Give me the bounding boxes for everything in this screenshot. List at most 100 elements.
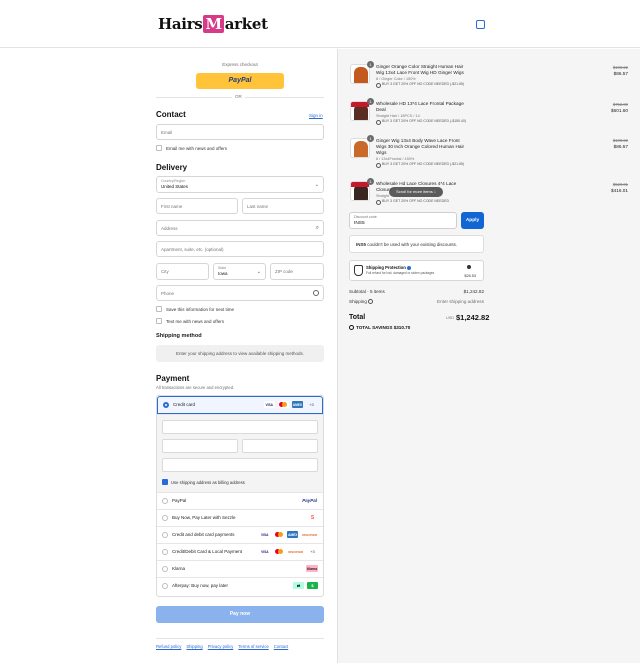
radio[interactable] xyxy=(162,498,168,504)
sezzle-icon: S xyxy=(307,514,318,521)
price-current: $416.01 xyxy=(611,188,628,193)
klarna-icon: Klarna xyxy=(306,565,318,572)
last-name-field[interactable]: Last name xyxy=(242,198,324,214)
logo[interactable]: Hairs Market xyxy=(158,15,268,33)
amex-icon: AMEX xyxy=(291,401,303,408)
payment-option-card-payments[interactable]: Credit and debit card payments VISA AMEX… xyxy=(157,526,323,543)
price-original: $108.22 xyxy=(612,138,628,143)
radio[interactable] xyxy=(162,549,168,555)
paypal-icon: PayPal xyxy=(302,498,317,503)
payment-title: Payment xyxy=(156,374,190,383)
email-field[interactable]: Email xyxy=(156,124,324,140)
price-original: $108.22 xyxy=(612,65,628,70)
logo-m: M xyxy=(203,15,224,33)
total-savings: TOTAL SAVINGS $310.70 xyxy=(349,325,410,330)
quantity-badge: 1 xyxy=(367,61,374,68)
state-value: Iowa xyxy=(218,271,228,276)
tag-icon xyxy=(349,325,354,330)
sign-in-link[interactable]: Sign in xyxy=(309,113,323,118)
footer-link-refund[interactable]: Refund policy xyxy=(156,644,181,649)
payment-option-paypal[interactable]: PayPal PayPal xyxy=(157,492,323,509)
discount-code-field[interactable]: Discount code INS5 xyxy=(349,212,457,229)
country-select[interactable]: Country/Region United States ⌄ xyxy=(156,176,324,193)
more-cards-count: +3 xyxy=(310,549,315,554)
protection-price: $26.53 xyxy=(464,274,476,278)
product-variant: 8 / Ginger Color / 150% xyxy=(376,77,416,81)
city-field[interactable]: City xyxy=(156,263,209,280)
subtotal-row: Subtotal · 5 items $1,242.82 xyxy=(349,289,484,294)
footer-link-terms[interactable]: Terms of service xyxy=(238,644,268,649)
radio[interactable] xyxy=(162,583,168,589)
product-image xyxy=(350,181,370,201)
apply-button[interactable]: Apply xyxy=(461,212,484,229)
chevron-down-icon: ⌄ xyxy=(314,182,319,188)
footer-link-contact[interactable]: Contact xyxy=(274,644,288,649)
quantity-badge: 1 xyxy=(367,178,374,185)
subtotal-label: Subtotal · 5 items xyxy=(349,289,385,294)
email-news-checkbox[interactable] xyxy=(156,145,162,151)
product-variant: Straight Hair / 18PCS / 14 xyxy=(376,114,420,118)
footer-link-shipping[interactable]: Shipping xyxy=(186,644,202,649)
footer-link-privacy[interactable]: Privacy policy xyxy=(208,644,234,649)
visa-icon: VISA xyxy=(259,548,271,555)
radio[interactable] xyxy=(162,515,168,521)
pay-now-button[interactable]: Pay now xyxy=(156,606,324,623)
country-value: United States xyxy=(161,184,189,189)
payment-option-label: Klarna xyxy=(172,566,186,571)
card-number-field[interactable] xyxy=(162,420,318,434)
radio[interactable] xyxy=(162,566,168,572)
discount-code-value: INS5 xyxy=(354,221,365,226)
shipping-protection[interactable]: Shipping Protection Full refund for lost… xyxy=(349,260,484,281)
total-label: Total xyxy=(349,314,366,321)
text-news-checkbox[interactable] xyxy=(156,318,162,324)
name-on-card-field[interactable] xyxy=(162,458,318,472)
price-original: $752.00 xyxy=(612,102,628,107)
discount-error-text: couldn't be used with your existing disc… xyxy=(366,242,458,247)
protection-description: Full refund for lost, damaged or stolen … xyxy=(366,271,435,275)
protection-title: Shipping Protection xyxy=(366,265,406,270)
country-label: Country/Region xyxy=(161,179,186,183)
search-icon: ⌕ xyxy=(315,225,319,231)
text-news-label: Text me with news and offers xyxy=(166,319,224,324)
shopping-bag-icon[interactable] xyxy=(476,20,485,29)
header: Hairs Market xyxy=(0,0,640,48)
price-current: $86.57 xyxy=(613,144,628,149)
payment-option-sezzle[interactable]: Buy Now, Pay Later with Sezzle S xyxy=(157,509,323,526)
expiration-field[interactable] xyxy=(162,439,238,453)
product-image xyxy=(350,101,370,121)
info-icon[interactable] xyxy=(406,265,411,270)
discover-icon: DISCOVER xyxy=(287,548,304,555)
payment-option-credit-card[interactable]: Credit card VISA AMEX +3 xyxy=(157,396,323,414)
protection-toggle[interactable] xyxy=(467,265,471,269)
first-name-field[interactable]: First name xyxy=(156,198,238,214)
apartment-field[interactable]: Apartment, suite, etc. (optional) xyxy=(156,241,324,257)
billing-same-checkbox[interactable] xyxy=(162,479,168,485)
payment-option-label: PayPal xyxy=(172,498,187,503)
shipping-row: Shipping Enter shipping address xyxy=(349,299,484,304)
zip-field[interactable]: ZIP code xyxy=(270,263,324,280)
quantity-badge: 1 xyxy=(367,135,374,142)
visa-icon: VISA xyxy=(259,531,271,538)
address-field[interactable]: Address ⌕ xyxy=(156,220,324,236)
price-original: $520.01 xyxy=(612,182,628,187)
shipping-value: Enter shipping address xyxy=(437,299,484,304)
state-select[interactable]: State Iowa ⌄ xyxy=(213,263,266,280)
amex-icon: AMEX xyxy=(287,531,299,538)
scroll-tooltip[interactable]: Scroll for more items ↓ xyxy=(389,187,443,197)
help-icon[interactable] xyxy=(313,290,319,296)
shipping-label: Shipping xyxy=(349,299,367,304)
radio-selected[interactable] xyxy=(163,402,169,408)
help-icon[interactable] xyxy=(368,299,374,304)
phone-field[interactable]: Phone xyxy=(156,285,324,301)
paypal-express-button[interactable]: PayPal xyxy=(196,73,284,89)
security-code-field[interactable] xyxy=(242,439,318,453)
payment-option-local-payment[interactable]: Credit/Debit Card & Local Payment VISA D… xyxy=(157,543,323,560)
radio[interactable] xyxy=(162,532,168,538)
phone-placeholder: Phone xyxy=(161,290,175,296)
total-currency: USD xyxy=(446,316,455,320)
product-discount: BUY 3 GET 20% OFF NO CODE NEEDED (-$21.6… xyxy=(376,82,472,88)
save-info-checkbox[interactable] xyxy=(156,306,162,312)
payment-option-label: Buy Now, Pay Later with Sezzle xyxy=(172,515,236,520)
payment-option-klarna[interactable]: Klarna Klarna xyxy=(157,560,323,577)
payment-option-afterpay[interactable]: Afterpay: Buy now, pay later ⇄ $ xyxy=(157,577,323,594)
